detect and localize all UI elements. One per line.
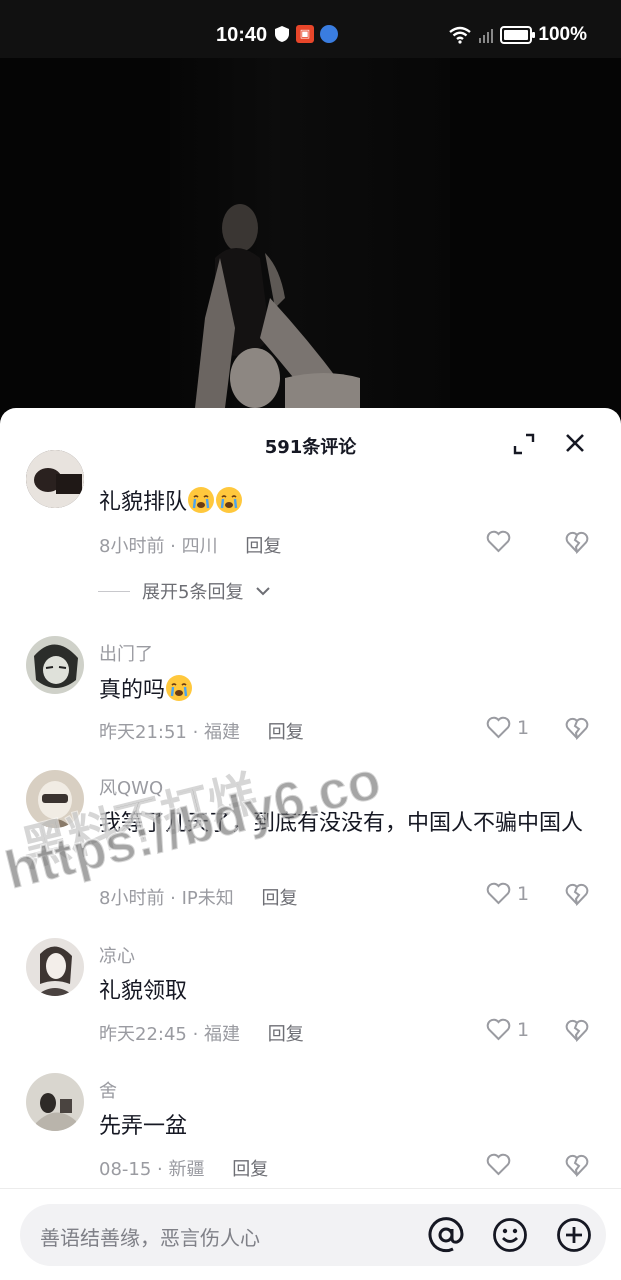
status-bar: 10:40 ▣ 100% <box>0 0 621 58</box>
reply-button[interactable]: 回复 <box>268 722 304 743</box>
comment-time: 8小时前 <box>99 536 165 557</box>
crying-emoji-icon <box>216 487 243 513</box>
avatar[interactable] <box>26 770 84 828</box>
wifi-icon <box>449 26 472 44</box>
comment-location: 四川 <box>181 536 218 557</box>
comment-input-bar[interactable]: 善语结善缘，恶言伤人心 <box>20 1204 606 1266</box>
heart-icon <box>486 1153 511 1176</box>
comment-username[interactable]: 出门了 <box>99 640 153 666</box>
heart-icon <box>486 882 511 905</box>
comment-time: 昨天21:51 <box>99 722 187 743</box>
heart-icon <box>486 530 511 553</box>
like-button[interactable]: 1 <box>486 882 529 905</box>
input-divider <box>0 1188 621 1189</box>
like-count: 1 <box>517 716 530 739</box>
avatar-image <box>26 636 84 694</box>
crying-emoji-icon <box>166 675 193 701</box>
avatar-image <box>26 1073 84 1131</box>
like-button[interactable]: 1 <box>486 1018 529 1041</box>
comment-location: 新疆 <box>168 1159 205 1180</box>
comment-text: 礼貌排队 <box>99 486 599 519</box>
comment-time: 8小时前 <box>99 888 165 909</box>
like-button[interactable]: 1 <box>486 716 529 739</box>
comment-text: 礼貌领取 <box>99 979 188 1004</box>
comment-meta: 08-15 · 新疆 回复 <box>99 1159 269 1180</box>
reply-button[interactable]: 回复 <box>268 1024 304 1045</box>
chevron-down-icon <box>256 587 271 596</box>
comment-input-placeholder[interactable]: 善语结善缘，恶言伤人心 <box>40 1222 260 1251</box>
avatar-image <box>26 450 84 508</box>
dislike-broken-heart-icon[interactable] <box>565 883 589 906</box>
expand-icon[interactable] <box>512 432 536 456</box>
comment-meta: 昨天21:51 · 福建 回复 <box>99 722 304 743</box>
comment-location: IP未知 <box>181 888 234 909</box>
comment-text: 先弄一盆 <box>99 1114 188 1139</box>
avatar-image <box>26 938 84 996</box>
comment-text: 我等了几天了，到底有没没有，中国人不骗中国人 <box>99 811 584 836</box>
comment-meta: 8小时前 · IP未知 回复 <box>99 888 298 909</box>
status-right: 100% <box>448 24 587 46</box>
comment-panel-header: 591条评论 <box>0 408 621 478</box>
avatar[interactable] <box>26 450 84 508</box>
comment-username[interactable]: 风QWQ <box>99 774 163 800</box>
battery-icon <box>500 26 536 44</box>
comment-time: 08-15 <box>99 1159 152 1180</box>
close-icon[interactable] <box>564 432 586 454</box>
reply-button[interactable]: 回复 <box>262 888 298 909</box>
status-time: 10:40 <box>216 24 268 46</box>
expand-replies-button[interactable]: 展开5条回复 <box>98 578 271 604</box>
heart-icon <box>486 716 511 739</box>
comment-username[interactable]: 舍 <box>99 1077 117 1103</box>
video-frame <box>195 204 365 418</box>
add-plus-icon[interactable] <box>556 1217 592 1253</box>
comment-text: 真的吗 <box>99 674 599 707</box>
like-button[interactable] <box>486 530 517 553</box>
reply-button[interactable]: 回复 <box>245 536 281 557</box>
avatar[interactable] <box>26 938 84 996</box>
browser-notification-icon <box>320 25 338 43</box>
like-count: 1 <box>517 882 530 905</box>
expand-divider <box>98 590 130 592</box>
comment-meta: 昨天22:45 · 福建 回复 <box>99 1024 304 1045</box>
notification-icons: ▣ <box>274 25 338 43</box>
avatar[interactable] <box>26 636 84 694</box>
dislike-broken-heart-icon[interactable] <box>565 717 589 740</box>
app-notification-icon: ▣ <box>296 25 314 43</box>
comment-panel: 591条评论 礼貌排队 8小时前 · 四川 回复 展开5条回复 出门了 真的吗 … <box>0 408 621 1280</box>
signal-icon <box>479 29 494 43</box>
dislike-broken-heart-icon[interactable] <box>565 1019 589 1042</box>
emoji-smile-icon[interactable] <box>492 1217 528 1253</box>
battery-level <box>504 30 529 40</box>
reply-button[interactable]: 回复 <box>232 1159 268 1180</box>
comment-meta: 8小时前 · 四川 回复 <box>99 536 282 557</box>
dislike-broken-heart-icon[interactable] <box>565 531 589 554</box>
comment-time: 昨天22:45 <box>99 1024 187 1045</box>
video-player[interactable] <box>0 58 621 418</box>
heart-icon <box>486 1018 511 1041</box>
like-count: 1 <box>517 1018 530 1041</box>
comment-username[interactable]: 凉心 <box>99 942 135 968</box>
mention-at-icon[interactable] <box>427 1216 465 1254</box>
comment-location: 福建 <box>204 722 241 743</box>
expand-replies-label: 展开5条回复 <box>142 582 244 603</box>
dislike-broken-heart-icon[interactable] <box>565 1154 589 1177</box>
avatar[interactable] <box>26 1073 84 1131</box>
avatar-image <box>26 770 84 828</box>
comment-location: 福建 <box>204 1024 241 1045</box>
shield-icon <box>275 26 289 42</box>
crying-emoji-icon <box>188 487 215 513</box>
battery-percent: 100% <box>538 24 587 45</box>
like-button[interactable] <box>486 1153 517 1176</box>
